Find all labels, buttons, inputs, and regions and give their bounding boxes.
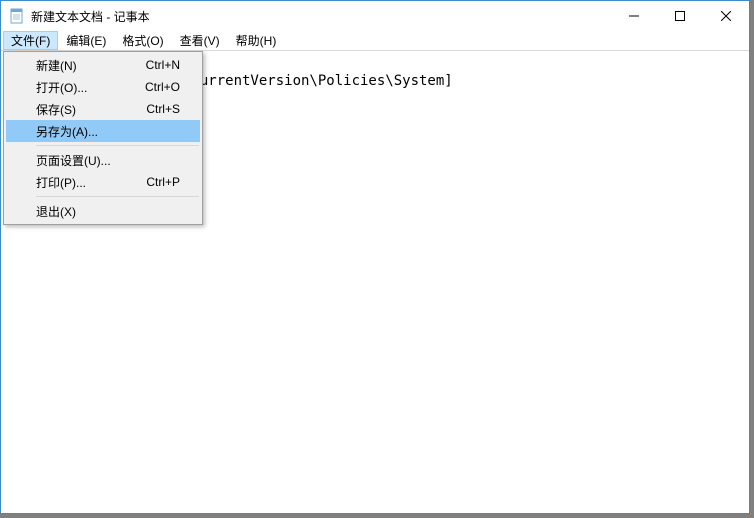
menu-separator bbox=[36, 196, 199, 197]
maximize-icon bbox=[675, 11, 685, 21]
menubar: 文件(F) 编辑(E) 格式(O) 查看(V) 帮助(H) bbox=[1, 31, 749, 51]
menu-separator bbox=[36, 145, 199, 146]
close-icon bbox=[721, 11, 731, 21]
close-button[interactable] bbox=[703, 1, 749, 31]
notepad-window: 新建文本文档 - 记事本 文件(F) 编辑(E) 格式(O) 查看(V) 帮助(… bbox=[0, 0, 750, 514]
menu-item-shortcut: Ctrl+N bbox=[146, 58, 180, 72]
menu-item-print[interactable]: 打印(P)... Ctrl+P bbox=[6, 171, 200, 193]
menu-item-label: 另存为(A)... bbox=[36, 123, 180, 140]
menu-item-label: 打开(O)... bbox=[36, 79, 145, 96]
minimize-button[interactable] bbox=[611, 1, 657, 31]
menu-edit[interactable]: 编辑(E) bbox=[58, 31, 114, 50]
menu-file[interactable]: 文件(F) bbox=[3, 31, 58, 50]
menu-item-label: 新建(N) bbox=[36, 57, 146, 74]
menu-item-exit[interactable]: 退出(X) bbox=[6, 200, 200, 222]
window-title: 新建文本文档 - 记事本 bbox=[31, 8, 611, 25]
titlebar: 新建文本文档 - 记事本 bbox=[1, 1, 749, 31]
menu-help[interactable]: 帮助(H) bbox=[228, 31, 285, 50]
maximize-button[interactable] bbox=[657, 1, 703, 31]
menu-item-save[interactable]: 保存(S) Ctrl+S bbox=[6, 98, 200, 120]
menu-item-new[interactable]: 新建(N) Ctrl+N bbox=[6, 54, 200, 76]
menu-item-label: 页面设置(U)... bbox=[36, 152, 180, 169]
menu-format[interactable]: 格式(O) bbox=[114, 31, 171, 50]
menu-item-open[interactable]: 打开(O)... Ctrl+O bbox=[6, 76, 200, 98]
menu-item-page-setup[interactable]: 页面设置(U)... bbox=[6, 149, 200, 171]
notepad-icon bbox=[9, 8, 25, 24]
menu-item-label: 保存(S) bbox=[36, 101, 146, 118]
menu-item-shortcut: Ctrl+S bbox=[146, 102, 180, 116]
minimize-icon bbox=[629, 11, 639, 21]
menu-item-save-as[interactable]: 另存为(A)... bbox=[6, 120, 200, 142]
window-controls bbox=[611, 1, 749, 31]
menu-item-shortcut: Ctrl+O bbox=[145, 80, 180, 94]
menu-item-label: 打印(P)... bbox=[36, 174, 146, 191]
menu-item-label: 退出(X) bbox=[36, 203, 180, 220]
menu-item-shortcut: Ctrl+P bbox=[146, 175, 180, 189]
file-menu-dropdown: 新建(N) Ctrl+N 打开(O)... Ctrl+O 保存(S) Ctrl+… bbox=[3, 51, 203, 225]
menu-view[interactable]: 查看(V) bbox=[172, 31, 228, 50]
